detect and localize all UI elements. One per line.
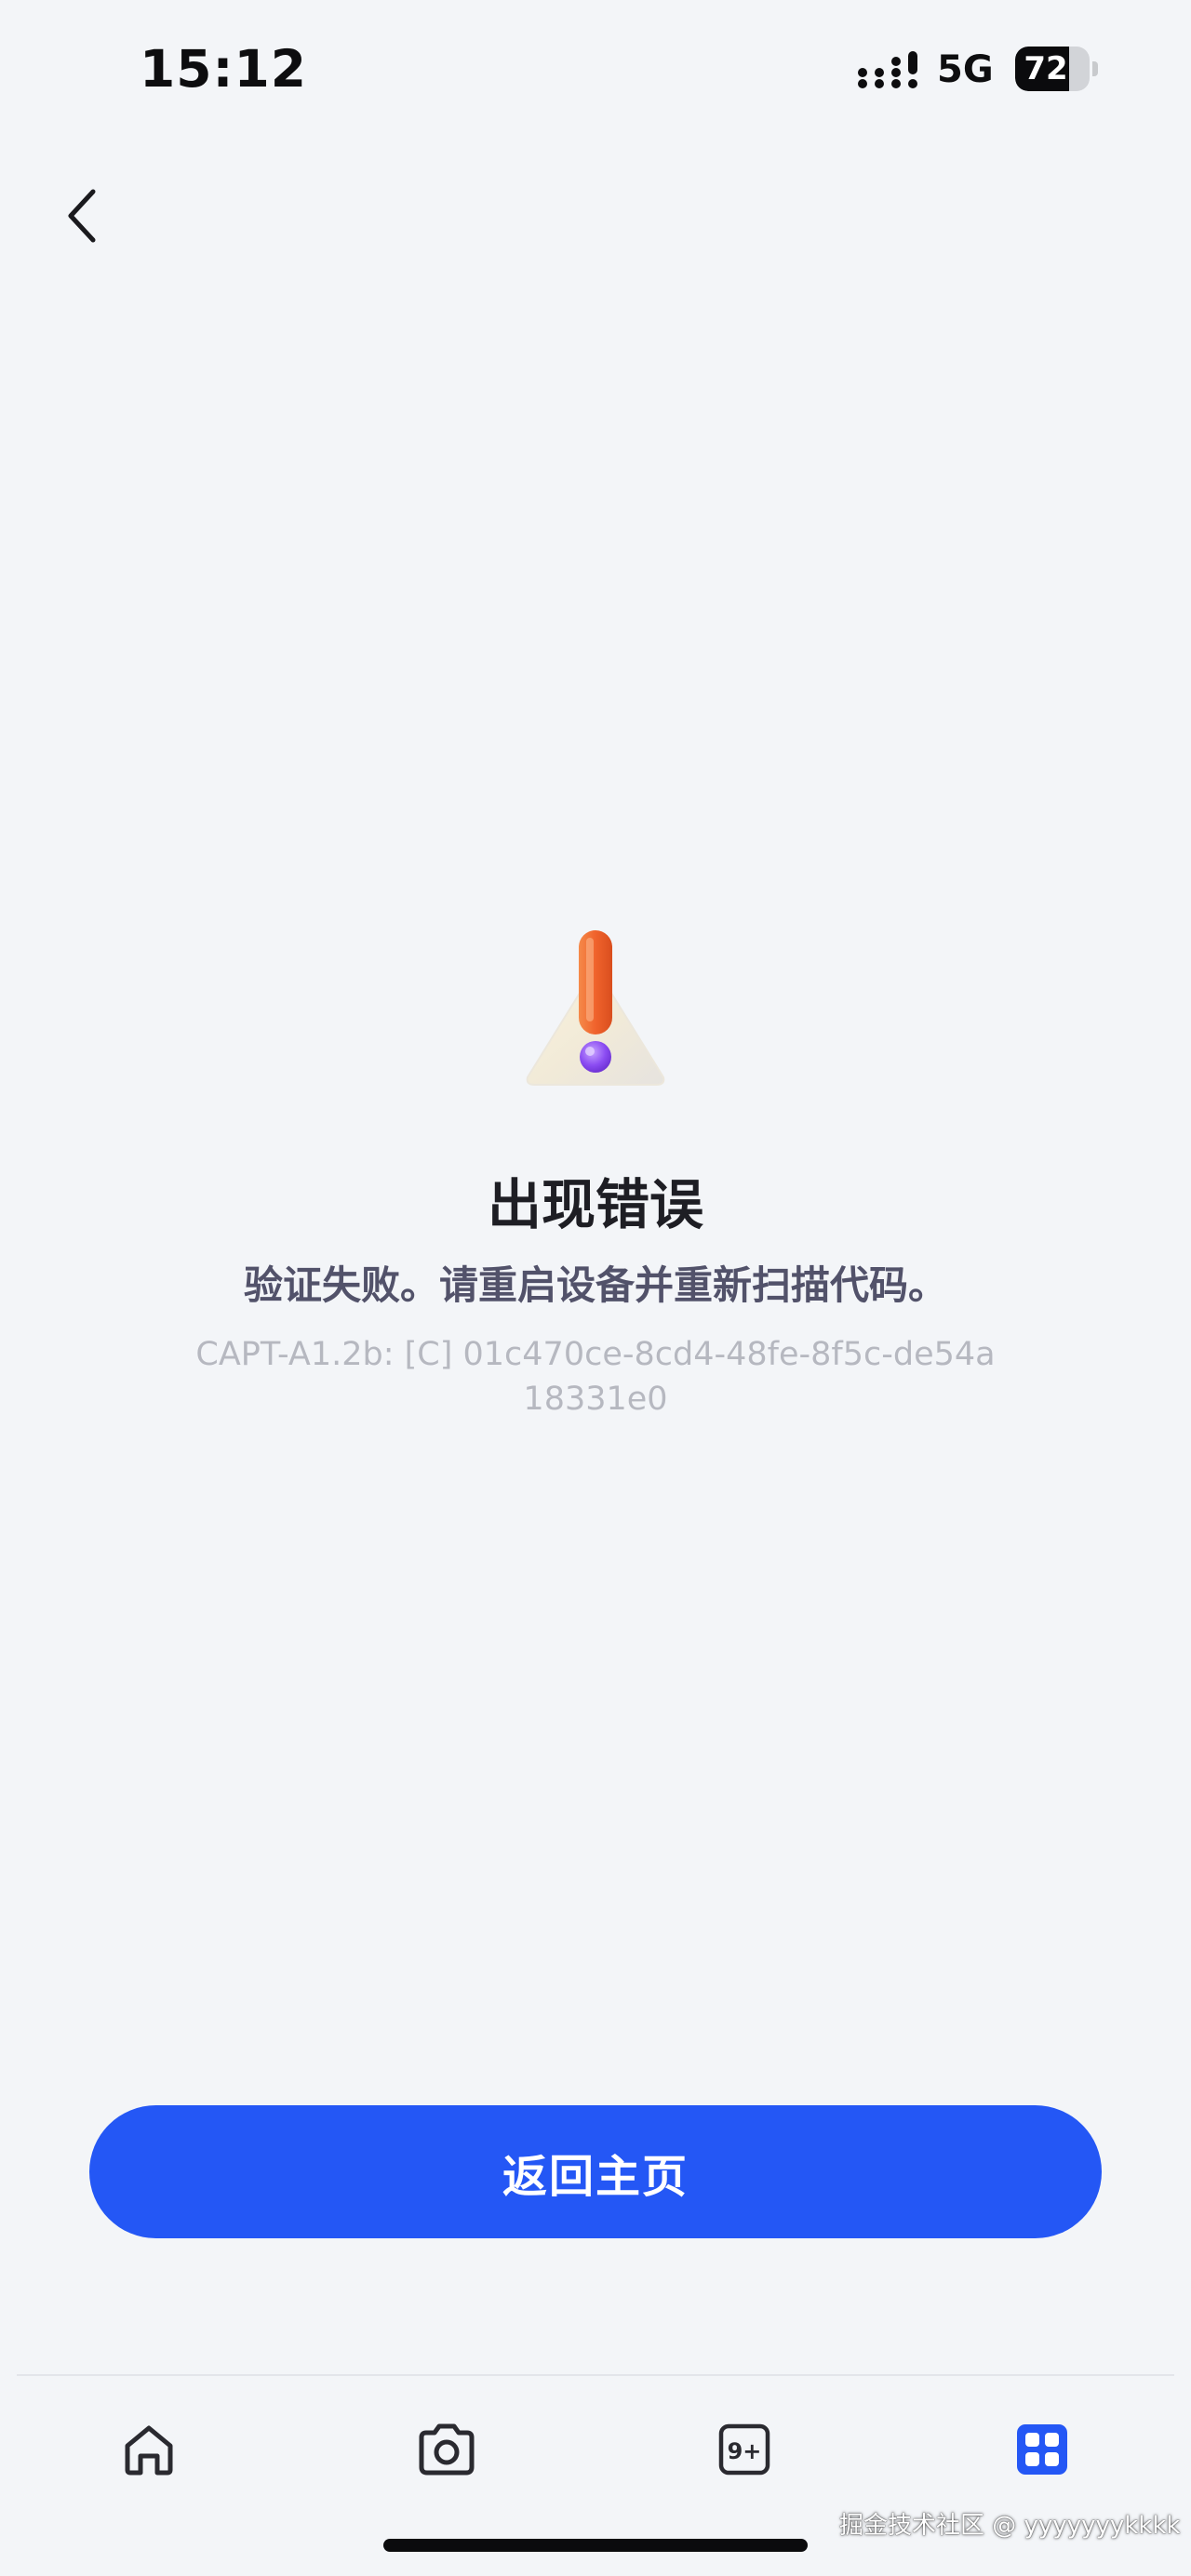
tab-apps[interactable] [1000,2408,1084,2491]
battery-icon: 72 [1015,47,1090,91]
notification-badge-icon: 9+ [718,2423,770,2476]
network-type: 5G [937,48,994,91]
tab-camera[interactable] [405,2408,488,2491]
tab-bar: 9+ [0,2378,1191,2499]
home-icon [125,2425,173,2476]
chevron-left-icon [68,189,96,243]
home-indicator [383,2539,808,2552]
battery-tip [1092,61,1098,76]
status-time: 15:12 [140,39,308,99]
cellular-signal-icon [858,51,917,88]
return-home-button[interactable]: 返回主页 [89,2105,1102,2238]
back-button[interactable] [52,182,112,249]
camera-icon [419,2423,475,2476]
error-code: CAPT-A1.2b: [C] 01c470ce-8cd4-48fe-8f5c-… [195,1336,996,1418]
tab-home[interactable] [107,2408,191,2491]
apps-grid-icon [1017,2424,1067,2475]
tab-bar-divider [17,2374,1174,2376]
watermark: 掘金技术社区 @ yyyyyyykkkk [839,2512,1181,2540]
error-message: 验证失败。请重启设备并重新扫描代码。 [243,1262,947,1308]
notification-badge-text: 9+ [728,2438,762,2464]
tab-notifications[interactable]: 9+ [703,2408,786,2491]
error-title: 出现错误 [487,1173,703,1236]
status-bar: 15:12 5G 72 [0,0,1191,140]
warning-triangle-icon [526,930,665,1086]
battery-level: 72 [1024,50,1068,87]
